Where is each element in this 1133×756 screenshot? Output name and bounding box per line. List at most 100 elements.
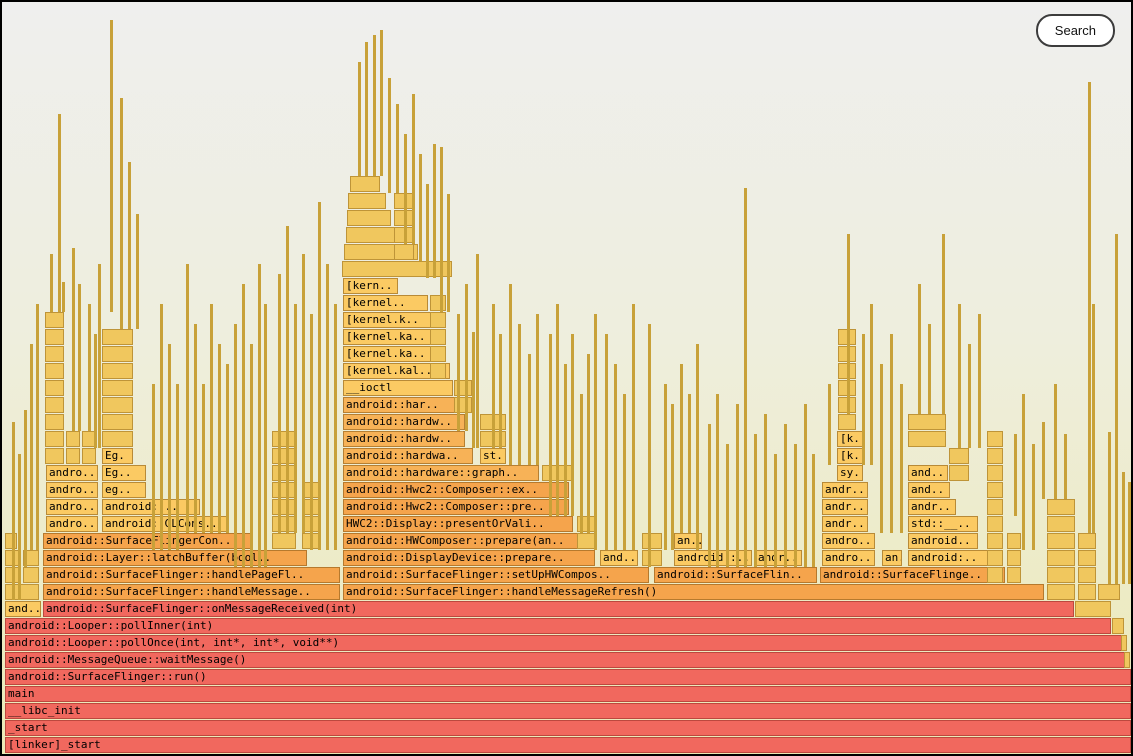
frame-spike[interactable] bbox=[736, 404, 739, 567]
frame-spike[interactable] bbox=[536, 314, 539, 465]
frame-cell[interactable] bbox=[272, 516, 296, 532]
frame[interactable]: android::Hwc2::Composer::ex.. bbox=[343, 482, 569, 498]
frame-spike[interactable] bbox=[36, 304, 39, 550]
frame-spike[interactable] bbox=[176, 384, 179, 550]
frame-spike[interactable] bbox=[433, 144, 436, 278]
frame-cell[interactable] bbox=[1078, 550, 1096, 566]
frame-cell[interactable] bbox=[272, 431, 296, 447]
frame-cell[interactable] bbox=[5, 584, 39, 600]
frame-cell[interactable] bbox=[82, 448, 96, 464]
frame-spike[interactable] bbox=[587, 354, 590, 533]
frame-cell[interactable] bbox=[1007, 567, 1021, 583]
frame[interactable]: android::hardwa.. bbox=[343, 448, 473, 464]
frame[interactable]: __libc_init bbox=[5, 703, 1131, 719]
frame-cell[interactable] bbox=[45, 380, 64, 396]
frame-spike[interactable] bbox=[1122, 472, 1125, 584]
frame-cell[interactable] bbox=[45, 414, 64, 430]
frame-spike[interactable] bbox=[942, 234, 945, 414]
frame-spike[interactable] bbox=[98, 264, 101, 448]
frame-spike[interactable] bbox=[380, 30, 383, 176]
frame[interactable]: [kernel.ka.. bbox=[343, 329, 442, 345]
frame-spike[interactable] bbox=[1032, 444, 1035, 550]
frame-cell[interactable] bbox=[987, 431, 1003, 447]
frame[interactable]: and.. bbox=[908, 465, 948, 481]
frame-spike[interactable] bbox=[688, 394, 691, 533]
frame-spike[interactable] bbox=[890, 334, 893, 533]
frame-cell[interactable] bbox=[1047, 567, 1075, 583]
frame-spike[interactable] bbox=[334, 304, 337, 550]
frame[interactable]: android::Layer::latchBuffer(bool.. bbox=[43, 550, 307, 566]
frame[interactable]: HWC2::Display::presentOrVali.. bbox=[343, 516, 573, 532]
frame[interactable]: android::SurfaceFlin.. bbox=[654, 567, 817, 583]
frame-spike[interactable] bbox=[968, 344, 971, 448]
frame-cell[interactable] bbox=[1078, 533, 1096, 549]
frame-spike[interactable] bbox=[186, 264, 189, 533]
frame-cell[interactable] bbox=[838, 414, 856, 430]
frame-cell[interactable] bbox=[987, 465, 1003, 481]
frame[interactable]: andro.. bbox=[46, 516, 98, 532]
frame-spike[interactable] bbox=[754, 434, 757, 567]
frame[interactable]: android::Looper::pollInner(int) bbox=[5, 618, 1111, 634]
frame-spike[interactable] bbox=[1092, 304, 1095, 533]
frame-spike[interactable] bbox=[210, 304, 213, 533]
frame-spike[interactable] bbox=[549, 334, 552, 516]
frame-cell[interactable] bbox=[272, 465, 296, 481]
frame-cell[interactable] bbox=[949, 465, 969, 481]
frame-spike[interactable] bbox=[764, 414, 767, 567]
frame[interactable]: andr.. bbox=[822, 499, 868, 515]
frame-cell[interactable] bbox=[45, 431, 64, 447]
frame[interactable]: android::SurfaceFlinger::handleMessage.. bbox=[43, 584, 340, 600]
frame-cell[interactable] bbox=[430, 312, 446, 328]
frame[interactable]: and.. bbox=[5, 601, 41, 617]
frame-spike[interactable] bbox=[680, 364, 683, 533]
frame-cell[interactable] bbox=[272, 448, 296, 464]
frame[interactable]: android.. bbox=[908, 533, 978, 549]
frame-cell[interactable] bbox=[1098, 584, 1120, 600]
frame[interactable]: and.. bbox=[600, 550, 638, 566]
frame-spike[interactable] bbox=[62, 282, 65, 312]
frame[interactable]: android::hardw.. bbox=[343, 431, 465, 447]
frame-spike[interactable] bbox=[847, 234, 850, 414]
frame[interactable]: android::hardware::graph.. bbox=[343, 465, 539, 481]
frame-spike[interactable] bbox=[708, 424, 711, 567]
frame-cell[interactable] bbox=[102, 397, 133, 413]
frame-cell[interactable] bbox=[102, 346, 133, 362]
frame-cell[interactable] bbox=[102, 363, 133, 379]
frame-spike[interactable] bbox=[870, 304, 873, 465]
frame-spike[interactable] bbox=[286, 226, 289, 533]
frame-spike[interactable] bbox=[136, 214, 139, 329]
frame-spike[interactable] bbox=[318, 202, 321, 550]
frame[interactable]: andr.. bbox=[908, 499, 956, 515]
frame-spike[interactable] bbox=[168, 344, 171, 550]
frame-spike[interactable] bbox=[88, 304, 91, 431]
frame-cell[interactable] bbox=[394, 244, 414, 260]
frame-spike[interactable] bbox=[94, 334, 97, 448]
frame-spike[interactable] bbox=[426, 184, 429, 278]
frame[interactable]: [kern.. bbox=[343, 278, 398, 294]
frame-cell[interactable] bbox=[1121, 635, 1127, 651]
frame-spike[interactable] bbox=[72, 248, 75, 431]
frame-spike[interactable] bbox=[58, 114, 61, 312]
frame-cell[interactable] bbox=[23, 567, 39, 583]
frame-cell[interactable] bbox=[949, 448, 969, 464]
frame[interactable]: android::SurfaceFlinge.. bbox=[820, 567, 1005, 583]
frame-spike[interactable] bbox=[326, 264, 329, 550]
frame[interactable]: andro.. bbox=[46, 465, 98, 481]
frame-cell[interactable] bbox=[642, 550, 662, 566]
frame-cell[interactable] bbox=[66, 448, 80, 464]
frame[interactable]: [kernel.. bbox=[343, 295, 428, 311]
frame-spike[interactable] bbox=[24, 410, 27, 567]
frame-cell[interactable] bbox=[430, 363, 446, 379]
frame-spike[interactable] bbox=[774, 454, 777, 567]
frame-cell[interactable] bbox=[272, 499, 296, 515]
frame-cell[interactable] bbox=[102, 329, 133, 345]
frame-spike[interactable] bbox=[365, 42, 368, 176]
frame-spike[interactable] bbox=[404, 134, 407, 244]
frame[interactable]: android::SurfaceFlinger::run() bbox=[5, 669, 1131, 685]
frame[interactable]: [k.. bbox=[837, 448, 863, 464]
frame-cell[interactable] bbox=[5, 533, 17, 549]
frame[interactable]: [k.. bbox=[837, 431, 863, 447]
frame-spike[interactable] bbox=[264, 304, 267, 567]
frame-spike[interactable] bbox=[1108, 432, 1111, 584]
frame-spike[interactable] bbox=[476, 254, 479, 448]
